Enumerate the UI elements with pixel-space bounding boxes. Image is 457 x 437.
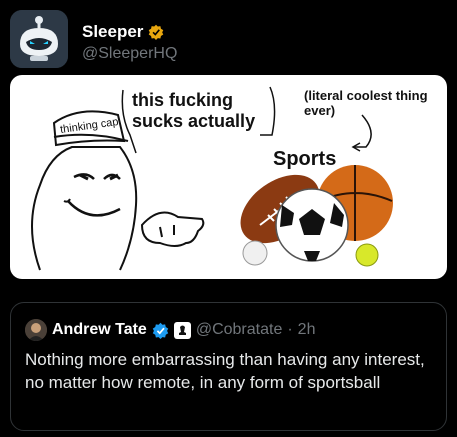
quoted-author-avatar[interactable] xyxy=(25,319,47,341)
author-avatar[interactable] xyxy=(10,10,68,68)
quoted-post[interactable]: Andrew Tate @Cobratate · 2h Nothing more… xyxy=(10,302,447,431)
meme-image[interactable]: thinking cap this fucking sucks actually… xyxy=(10,75,447,279)
verified-blue-badge-icon xyxy=(152,322,169,339)
comment-text: (literal coolest thing ever) xyxy=(304,88,428,118)
speech-text: this fucking sucks actually xyxy=(132,90,255,132)
quoted-post-header: Andrew Tate @Cobratate · 2h xyxy=(25,319,315,341)
post-timestamp[interactable]: 2h xyxy=(298,321,316,339)
person-avatar-icon xyxy=(25,319,47,341)
character-hand-shape xyxy=(140,211,205,247)
post-header: Sleeper @SleeperHQ xyxy=(10,10,447,68)
quoted-post-text: Nothing more embarrassing than having an… xyxy=(25,350,425,392)
affiliation-badge-icon xyxy=(173,321,191,339)
speech-line-1: this fucking xyxy=(132,90,234,110)
author-name-row[interactable]: Sleeper xyxy=(82,22,164,42)
verified-gold-badge-icon xyxy=(149,24,164,40)
separator-dot: · xyxy=(287,321,293,338)
speech-line-2: sucks actually xyxy=(132,111,256,131)
quoted-author-name[interactable]: Andrew Tate xyxy=(52,321,147,339)
sports-label: Sports xyxy=(273,148,337,170)
baseball-shape xyxy=(242,240,268,266)
author-name[interactable]: Sleeper xyxy=(82,22,143,42)
robot-logo-icon xyxy=(10,10,68,68)
tennis-ball-shape xyxy=(355,243,379,267)
author-handle[interactable]: @SleeperHQ xyxy=(82,45,177,63)
quoted-author-handle[interactable]: @Cobratate xyxy=(196,321,283,339)
character-body-shape xyxy=(31,146,138,271)
